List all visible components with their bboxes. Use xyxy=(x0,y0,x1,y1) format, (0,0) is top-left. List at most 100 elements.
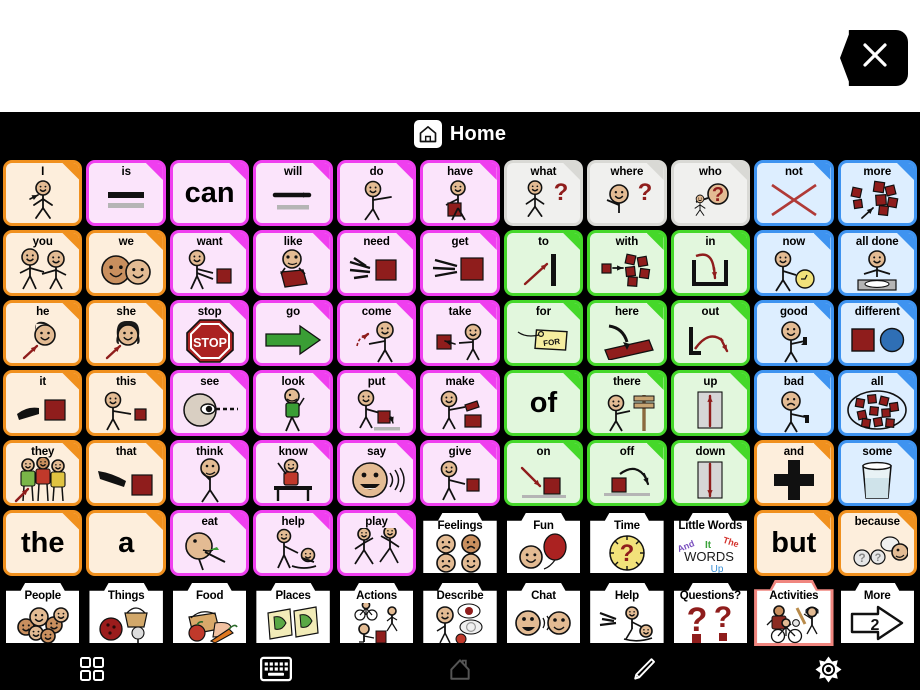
word-button-where[interactable]: where? xyxy=(587,160,667,226)
word-button-eat[interactable]: eat xyxy=(169,510,250,576)
word-button-all[interactable]: all xyxy=(837,370,917,436)
word-button-put[interactable]: put xyxy=(336,370,417,436)
word-button-up[interactable]: up xyxy=(670,370,751,436)
word-button-of[interactable]: of xyxy=(503,370,584,436)
word-button-will[interactable]: will xyxy=(253,160,333,226)
word-button-different[interactable]: different xyxy=(837,300,917,366)
word-button-bad[interactable]: bad xyxy=(754,370,834,436)
svg-text:STOP: STOP xyxy=(193,336,227,350)
category-button-chat[interactable]: Chat xyxy=(503,580,584,646)
word-button-and[interactable]: and xyxy=(754,440,834,506)
word-button-know[interactable]: know xyxy=(253,440,333,506)
word-button-more[interactable]: more xyxy=(837,160,917,226)
word-button-help[interactable]: help xyxy=(253,510,333,576)
category-button-things[interactable]: Things xyxy=(86,580,166,646)
word-button-that[interactable]: that xyxy=(86,440,166,506)
word-button-he[interactable]: he xyxy=(3,300,83,366)
category-button-places[interactable]: Places xyxy=(253,580,333,646)
word-button-this[interactable]: this xyxy=(86,370,166,436)
word-button-not[interactable]: not xyxy=(754,160,834,226)
word-button-want[interactable]: want xyxy=(169,230,250,296)
many-faces-icon xyxy=(5,604,80,643)
word-button-say[interactable]: say xyxy=(336,440,417,506)
word-button-down[interactable]: down xyxy=(670,440,751,506)
word-button-think[interactable]: think xyxy=(169,440,250,506)
word-button-i[interactable]: I xyxy=(3,160,83,226)
grid-cell: all xyxy=(837,370,917,436)
word-button-take[interactable]: take xyxy=(420,300,500,366)
word-button-to[interactable]: to xyxy=(503,230,584,296)
word-button-in[interactable]: in xyxy=(670,230,751,296)
word-button-good[interactable]: good xyxy=(754,300,834,366)
category-button-little-words[interactable]: Little Words And It The WORDS Up xyxy=(670,510,751,576)
word-label: in xyxy=(705,236,716,248)
word-button-now[interactable]: now xyxy=(754,230,834,296)
grid-cell: look xyxy=(253,370,333,436)
message-bar[interactable] xyxy=(0,0,920,112)
grid-cell: More 2 xyxy=(837,580,917,646)
word-button-what[interactable]: what? xyxy=(503,160,584,226)
word-button-stop[interactable]: stop STOP xyxy=(169,300,250,366)
word-button-it[interactable]: it xyxy=(3,370,83,436)
word-button-all-done[interactable]: all done xyxy=(837,230,917,296)
word-button-have[interactable]: have xyxy=(420,160,500,226)
word-button-go[interactable]: go xyxy=(253,300,333,366)
settings-button[interactable] xyxy=(736,648,920,690)
grid-cell: because?? xyxy=(837,510,917,576)
grid-view-button[interactable] xyxy=(0,648,184,690)
word-button-look[interactable]: look xyxy=(253,370,333,436)
word-button-do[interactable]: do xyxy=(336,160,417,226)
word-button-we[interactable]: we xyxy=(86,230,166,296)
word-button-they[interactable]: they xyxy=(3,440,83,506)
word-label: some xyxy=(862,446,893,458)
word-button-see[interactable]: see xyxy=(169,370,250,436)
word-button-can[interactable]: can xyxy=(169,160,250,226)
category-button-more[interactable]: More 2 xyxy=(837,580,917,646)
grid-cell: play xyxy=(336,510,417,576)
category-button-feelings[interactable]: Feelings xyxy=(420,510,500,576)
category-button-actions[interactable]: Actions xyxy=(336,580,417,646)
category-button-fun[interactable]: Fun xyxy=(503,510,584,576)
word-button-with[interactable]: with xyxy=(587,230,667,296)
category-button-food[interactable]: Food xyxy=(169,580,250,646)
category-button-questions[interactable]: Questions??? xyxy=(670,580,751,646)
word-button-here[interactable]: here xyxy=(587,300,667,366)
word-button-out[interactable]: out xyxy=(670,300,751,366)
word-button-but[interactable]: but xyxy=(754,510,834,576)
word-button-is[interactable]: is xyxy=(86,160,166,226)
category-button-describe[interactable]: Describe xyxy=(420,580,500,646)
person-help-icon xyxy=(256,528,329,571)
word-button-some[interactable]: some xyxy=(837,440,917,506)
word-label: not xyxy=(785,166,803,178)
word-button-off[interactable]: off xyxy=(587,440,667,506)
word-button-for[interactable]: for FOR xyxy=(503,300,584,366)
word-button-there[interactable]: there xyxy=(587,370,667,436)
word-button-the[interactable]: the xyxy=(3,510,83,576)
word-label: go xyxy=(286,306,301,318)
word-button-because[interactable]: because?? xyxy=(837,510,917,576)
category-button-time[interactable]: Time? xyxy=(587,510,667,576)
word-button-you[interactable]: you xyxy=(3,230,83,296)
word-button-come[interactable]: come xyxy=(336,300,417,366)
word-button-give[interactable]: give xyxy=(420,440,500,506)
hands-block-icon xyxy=(340,248,413,291)
keyboard-button[interactable] xyxy=(184,648,368,690)
plus-sign-icon xyxy=(757,458,830,501)
close-button[interactable] xyxy=(840,30,908,86)
category-button-help[interactable]: Help xyxy=(587,580,667,646)
edit-button[interactable] xyxy=(552,648,736,690)
word-button-a[interactable]: a xyxy=(86,510,166,576)
word-button-make[interactable]: make xyxy=(420,370,500,436)
category-button-activities[interactable]: Activities xyxy=(754,580,834,646)
category-button-people[interactable]: People xyxy=(3,580,83,646)
word-button-need[interactable]: need xyxy=(336,230,417,296)
word-button-she[interactable]: she xyxy=(86,300,166,366)
word-button-get[interactable]: get xyxy=(420,230,500,296)
word-button-who[interactable]: who? xyxy=(670,160,751,226)
word-button-play[interactable]: play xyxy=(336,510,417,576)
home-button[interactable] xyxy=(368,648,552,690)
word-button-like[interactable]: like xyxy=(253,230,333,296)
grid-cell: on xyxy=(503,440,584,506)
word-button-on[interactable]: on xyxy=(503,440,584,506)
person-make-icon xyxy=(423,388,496,431)
